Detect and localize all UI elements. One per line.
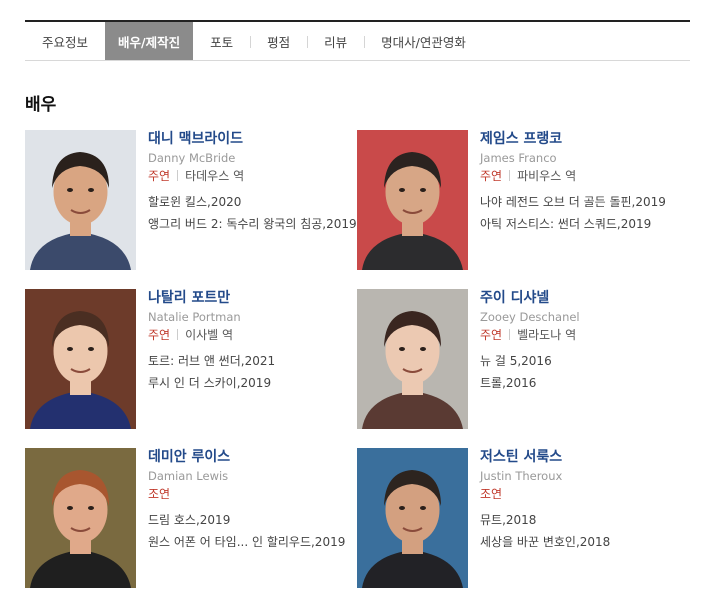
filmography-item[interactable]: 뮤트,2018 <box>480 512 694 529</box>
actor-name[interactable]: 데미안 루이스 <box>148 448 362 466</box>
cast-card: 나탈리 포트만 Natalie Portman 주연 이사벨 역 토르: 러브 앤… <box>25 289 365 429</box>
filmography-item[interactable]: 트롤,2016 <box>480 375 694 392</box>
tab-review[interactable]: 리뷰 <box>307 22 364 60</box>
actor-name-en: Zooey Deschanel <box>480 310 580 324</box>
role-type: 주연 <box>480 169 503 183</box>
role-type: 주연 <box>480 328 503 342</box>
filmography-item[interactable]: 세상을 바꾼 변호인,2018 <box>480 534 694 551</box>
actor-name-en: Justin Theroux <box>480 469 563 483</box>
filmography-item[interactable]: 나야 레전드 오브 더 골든 돌핀,2019 <box>480 194 694 211</box>
actor-name[interactable]: 나탈리 포트만 <box>148 289 362 307</box>
role-type: 조연 <box>148 487 171 501</box>
actor-photo[interactable] <box>25 130 136 270</box>
role-line: 주연 벨라도나 역 <box>480 327 694 343</box>
filmography-item[interactable]: 뉴 걸 5,2016 <box>480 353 694 370</box>
actor-photo[interactable] <box>25 289 136 429</box>
cast-card: 대니 맥브라이드 Danny McBride 주연 타데우스 역 할로윈 킬스,2… <box>25 130 365 270</box>
actor-name[interactable]: 저스틴 서룩스 <box>480 448 694 466</box>
cast-card: 데미안 루이스 Damian Lewis 조연 드림 호스,2019 원스 어폰… <box>25 448 365 588</box>
role-type: 주연 <box>148 328 171 342</box>
tab-rating[interactable]: 평점 <box>250 22 307 60</box>
actor-photo[interactable] <box>357 448 468 588</box>
actor-name-en: Damian Lewis <box>148 469 229 483</box>
tab-main-info[interactable]: 주요정보 <box>25 22 105 60</box>
divider <box>509 170 511 181</box>
actor-photo[interactable] <box>357 130 468 270</box>
role-line: 주연 타데우스 역 <box>148 168 362 184</box>
cast-card: 제임스 프랭코 James Franco 주연 파비우스 역 나야 레전드 오브 … <box>357 130 697 270</box>
role-type: 주연 <box>148 169 171 183</box>
actor-name-en: Natalie Portman <box>148 310 241 324</box>
actor-photo[interactable] <box>357 289 468 429</box>
role-line: 주연 이사벨 역 <box>148 327 362 343</box>
tab-quotes-related[interactable]: 명대사/연관영화 <box>364 22 483 60</box>
filmography-item[interactable]: 앵그리 버드 2: 독수리 왕국의 침공,2019 <box>148 216 362 233</box>
divider <box>509 329 511 340</box>
tab-photo[interactable]: 포토 <box>193 22 250 60</box>
actor-name[interactable]: 주이 디샤넬 <box>480 289 694 307</box>
tab-cast-crew[interactable]: 배우/제작진 <box>105 22 194 60</box>
actor-name[interactable]: 대니 맥브라이드 <box>148 130 362 148</box>
character-name: 이사벨 역 <box>185 328 234 342</box>
filmography-item[interactable]: 토르: 러브 앤 썬더,2021 <box>148 353 362 370</box>
actor-photo[interactable] <box>25 448 136 588</box>
role-line: 조연 <box>480 486 694 502</box>
actor-name[interactable]: 제임스 프랭코 <box>480 130 694 148</box>
detail-tabs: 주요정보 배우/제작진 포토 평점 리뷰 명대사/연관영화 <box>25 20 690 61</box>
filmography-item[interactable]: 루시 인 더 스카이,2019 <box>148 375 362 392</box>
role-type: 조연 <box>480 487 503 501</box>
cast-card: 주이 디샤넬 Zooey Deschanel 주연 벨라도나 역 뉴 걸 5,20… <box>357 289 697 429</box>
character-name: 타데우스 역 <box>185 169 245 183</box>
filmography-item[interactable]: 드림 호스,2019 <box>148 512 362 529</box>
role-line: 주연 파비우스 역 <box>480 168 694 184</box>
character-name: 벨라도나 역 <box>517 328 577 342</box>
filmography-item[interactable]: 아틱 저스티스: 썬더 스쿼드,2019 <box>480 216 694 233</box>
divider <box>177 170 179 181</box>
filmography-item[interactable]: 할로윈 킬스,2020 <box>148 194 362 211</box>
cast-card: 저스틴 서룩스 Justin Theroux 조연 뮤트,2018 세상을 바꾼… <box>357 448 697 588</box>
actor-name-en: James Franco <box>480 151 557 165</box>
actor-name-en: Danny McBride <box>148 151 236 165</box>
divider <box>177 329 179 340</box>
character-name: 파비우스 역 <box>517 169 577 183</box>
section-title: 배우 <box>25 95 57 115</box>
role-line: 조연 <box>148 486 362 502</box>
filmography-item[interactable]: 원스 어폰 어 타임... 인 할리우드,2019 <box>148 534 362 551</box>
